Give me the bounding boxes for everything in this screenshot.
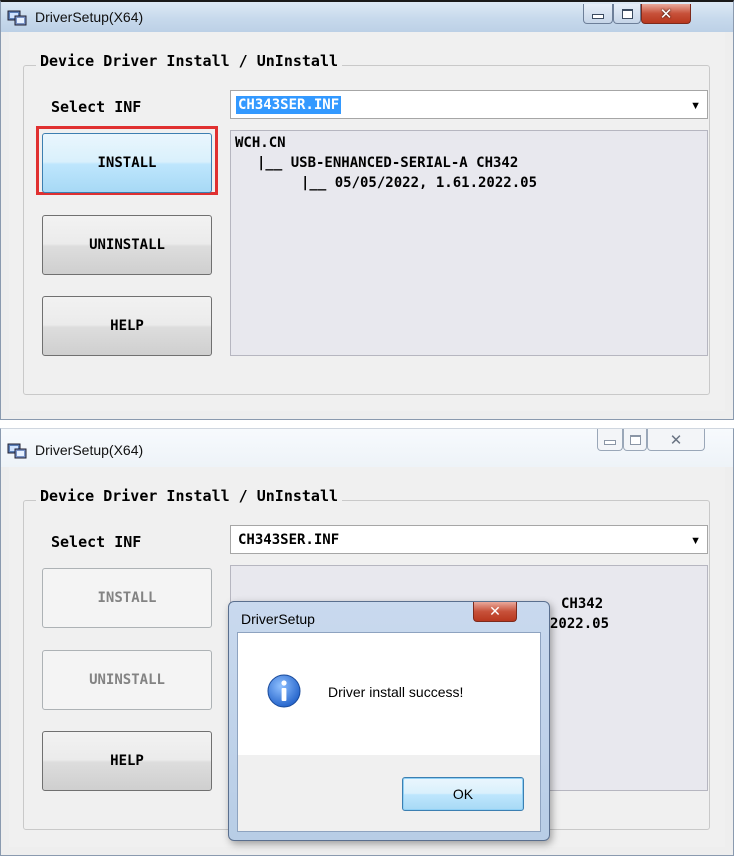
uninstall-button[interactable]: UNINSTALL	[42, 215, 212, 275]
inf-select-value: CH343SER.INF	[236, 96, 342, 114]
close-icon: ✕	[659, 4, 673, 23]
info-version-partial: 2022.05	[550, 616, 610, 632]
info-device: |__ USB-ENHANCED-SERIAL-A CH342	[257, 155, 519, 171]
dialog-close-button[interactable]: ✕	[473, 602, 517, 622]
dialog-message: Driver install success!	[328, 684, 464, 700]
title-bar[interactable]: DriverSetup(X64) ✕	[1, 2, 733, 32]
inf-select-dropdown[interactable]: CH343SER.INF ▼	[230, 525, 708, 554]
group-label: Device Driver Install / UnInstall	[36, 52, 343, 70]
install-button: INSTALL	[42, 568, 212, 628]
group-label: Device Driver Install / UnInstall	[36, 487, 343, 505]
window-client-area: Device Driver Install / UnInstall Select…	[9, 467, 725, 847]
select-inf-label: Select INF	[51, 533, 142, 551]
info-version: |__ 05/05/2022, 1.61.2022.05	[301, 175, 538, 191]
minimize-button[interactable]	[597, 429, 623, 451]
help-button[interactable]: HELP	[42, 296, 212, 356]
window-client-area: Device Driver Install / UnInstall Select…	[9, 32, 725, 411]
close-button[interactable]: ✕	[641, 4, 691, 24]
info-device-partial: CH342	[561, 596, 604, 612]
driver-setup-window-success: DriverSetup(X64) ✕ Device Driver Install…	[0, 428, 734, 856]
driver-info-box: WCH.CN |__ USB-ENHANCED-SERIAL-A CH342 |…	[230, 130, 708, 356]
info-icon	[267, 674, 301, 708]
close-icon: ✕	[669, 430, 683, 449]
maximize-icon	[629, 434, 641, 445]
window-title: DriverSetup(X64)	[35, 9, 144, 25]
maximize-icon	[621, 8, 633, 19]
title-bar[interactable]: DriverSetup(X64) ✕	[1, 429, 733, 467]
help-button[interactable]: HELP	[42, 731, 212, 791]
maximize-button[interactable]	[623, 429, 647, 451]
minimize-icon	[604, 440, 616, 445]
maximize-button[interactable]	[613, 4, 641, 24]
dialog-message-area: Driver install success!	[238, 633, 540, 755]
driver-setup-app-icon	[7, 443, 27, 459]
inf-select-value: CH343SER.INF	[238, 532, 340, 548]
dialog-body: Driver install success! OK	[237, 632, 541, 832]
chevron-down-icon[interactable]: ▼	[690, 535, 701, 547]
dialog-title: DriverSetup	[241, 611, 315, 627]
driver-setup-window: DriverSetup(X64) ✕ Device Driver Install…	[0, 0, 734, 420]
close-icon: ✕	[489, 603, 501, 620]
chevron-down-icon[interactable]: ▼	[690, 100, 701, 112]
success-dialog: DriverSetup ✕ Driver install success! OK	[228, 601, 550, 841]
info-vendor: WCH.CN	[235, 135, 286, 151]
install-button[interactable]: INSTALL	[42, 133, 212, 193]
window-title: DriverSetup(X64)	[35, 442, 144, 458]
minimize-icon	[592, 14, 604, 19]
driver-setup-app-icon	[7, 10, 27, 26]
uninstall-button: UNINSTALL	[42, 650, 212, 710]
select-inf-label: Select INF	[51, 98, 142, 116]
close-button[interactable]: ✕	[647, 429, 705, 451]
inf-select-dropdown[interactable]: CH343SER.INF ▼	[230, 90, 708, 119]
minimize-button[interactable]	[583, 4, 613, 24]
ok-button[interactable]: OK	[402, 777, 524, 811]
